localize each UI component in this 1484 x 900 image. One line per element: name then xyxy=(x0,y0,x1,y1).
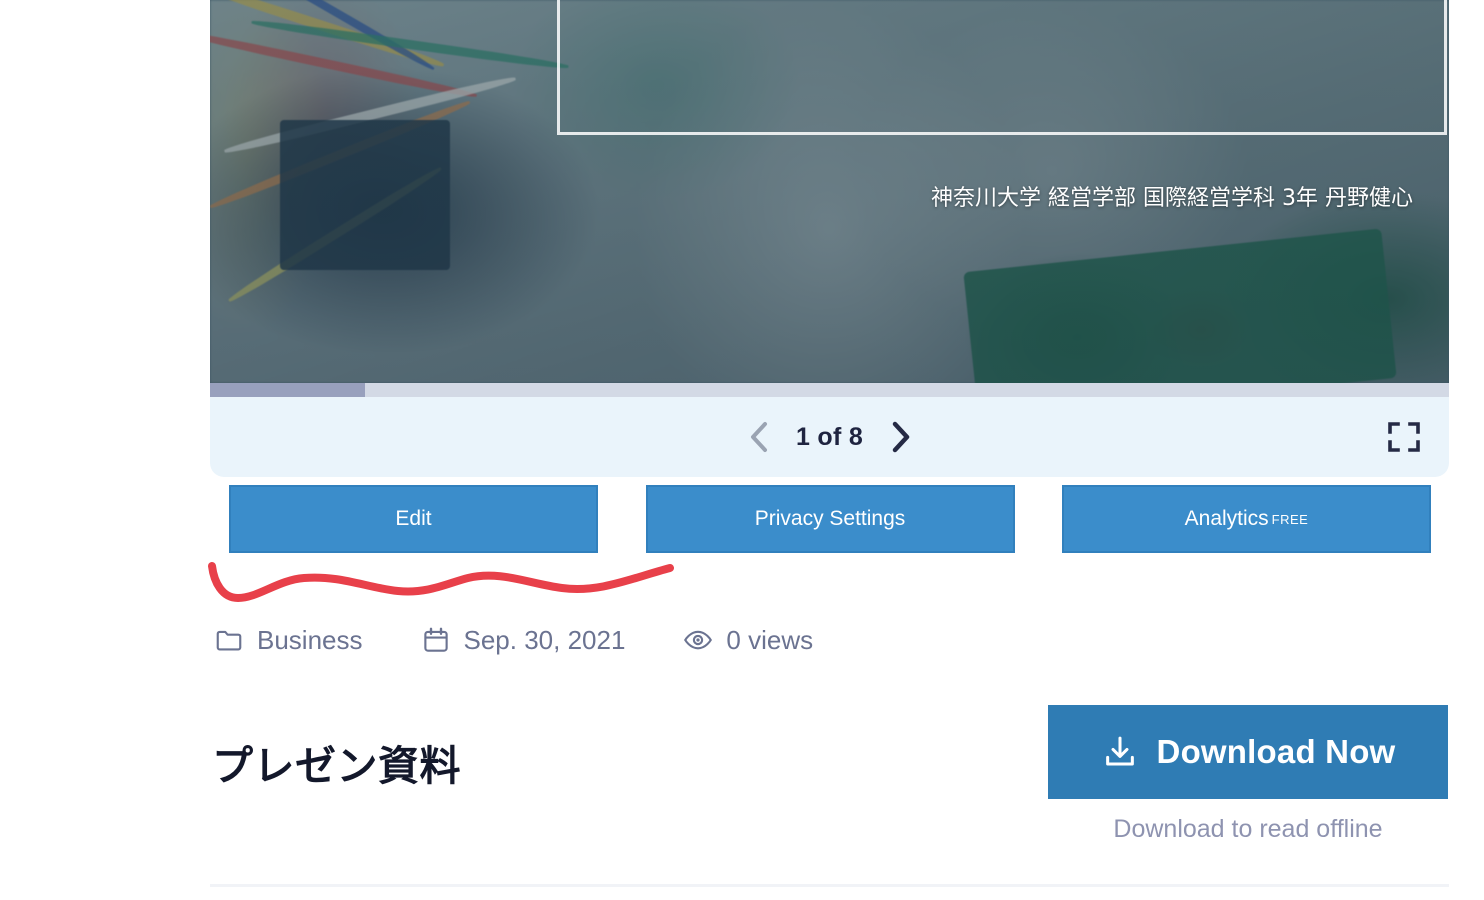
previous-slide-button[interactable] xyxy=(748,420,770,454)
fullscreen-expand-icon xyxy=(1388,422,1420,452)
document-title: プレゼン資料 xyxy=(212,742,461,791)
edit-button[interactable]: Edit xyxy=(229,485,598,553)
metadata-date: Sep. 30, 2021 xyxy=(421,624,626,656)
download-now-button[interactable]: Download Now xyxy=(1048,705,1448,799)
slide-author-text: 神奈川大学 経営学部 国際経営学科 3年 丹野健心 xyxy=(931,186,1413,211)
chevron-left-icon xyxy=(750,422,767,452)
metadata-category-label: Business xyxy=(257,624,363,655)
analytics-button[interactable]: Analytics FREE xyxy=(1062,485,1431,553)
edit-button-label: Edit xyxy=(395,507,432,530)
red-squiggle-annotation xyxy=(208,562,674,602)
eye-icon xyxy=(684,630,713,650)
document-action-buttons: Edit Privacy Settings Analytics FREE xyxy=(229,485,1431,553)
slide-preview-image[interactable]: ウェアラブルデバイスの開発 神奈川大学 経営学部 国際経営学科 3年 丹野健心 xyxy=(210,0,1449,383)
privacy-settings-button[interactable]: Privacy Settings xyxy=(645,485,1015,553)
analytics-button-label: Analytics xyxy=(1184,507,1269,530)
slide-nav-controls: 1 of 8 xyxy=(210,397,1449,477)
section-divider xyxy=(210,884,1449,887)
chevron-right-icon xyxy=(892,421,910,453)
metadata-category[interactable]: Business xyxy=(214,625,363,656)
calendar-icon xyxy=(423,627,448,652)
slide-progress-track[interactable] xyxy=(210,383,1449,397)
slide-counter-label: 1 of 8 xyxy=(795,422,864,451)
fullscreen-button[interactable] xyxy=(1387,421,1421,453)
download-now-label: Download Now xyxy=(1156,733,1396,770)
document-metadata-row: Business Sep. 30, 2021 0 views xyxy=(214,618,813,662)
analytics-free-badge: FREE xyxy=(1271,511,1309,527)
metadata-views: 0 views xyxy=(683,625,813,656)
folder-icon xyxy=(216,630,242,651)
slide-white-frame xyxy=(557,0,1447,135)
download-icon xyxy=(1105,736,1134,766)
slide-navigation-bar: 1 of 8 xyxy=(210,397,1449,477)
next-slide-button[interactable] xyxy=(889,420,911,454)
metadata-date-label: Sep. 30, 2021 xyxy=(463,624,626,655)
slide-progress-fill xyxy=(210,383,365,397)
privacy-settings-button-label: Privacy Settings xyxy=(754,507,906,530)
download-offline-subtext: Download to read offline xyxy=(1113,815,1383,843)
metadata-views-label: 0 views xyxy=(726,624,814,655)
